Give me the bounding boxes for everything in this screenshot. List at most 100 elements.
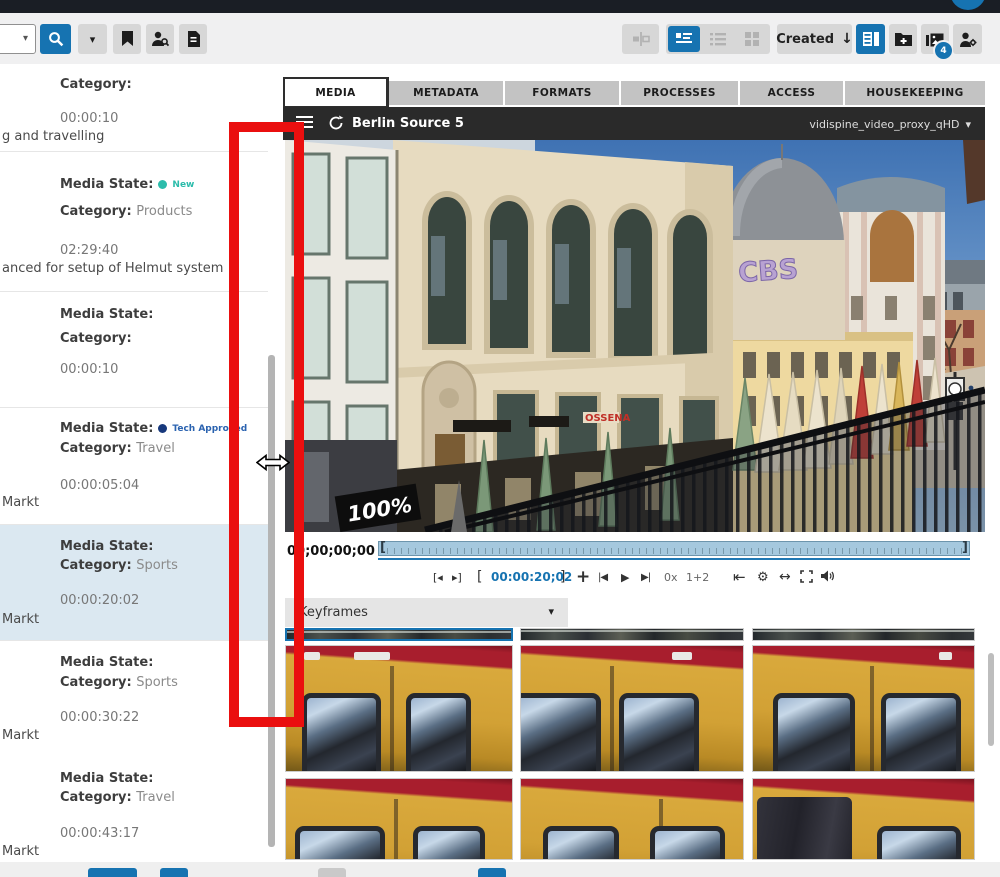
graffiti-text: CBS xyxy=(737,254,799,289)
item-title: Markt xyxy=(2,844,39,859)
tab-access[interactable]: ACCESS xyxy=(740,81,843,105)
media-bin-count-badge: 4 xyxy=(933,40,954,61)
item-title: Markt xyxy=(2,728,39,743)
fit-width-icon[interactable]: ↔ xyxy=(779,567,791,587)
chevron-down-icon: ▾ xyxy=(90,33,96,46)
media-state-label: Media State: xyxy=(60,307,153,322)
list-item[interactable]: Category: 00:00:10 g and travelling xyxy=(0,64,268,152)
keyframe-thumbnail[interactable] xyxy=(285,645,513,772)
tab-housekeeping[interactable]: HOUSEKEEPING xyxy=(845,81,985,105)
item-title: Markt xyxy=(2,612,39,627)
main-toolbar: ▾ ▾ xyxy=(0,13,1000,64)
detail-list-view-button[interactable] xyxy=(668,26,700,52)
keyframe-thumbnail[interactable] xyxy=(752,645,975,772)
keyframe-thumbnail-selected[interactable] xyxy=(285,628,513,641)
train-still xyxy=(753,646,974,772)
previous-frame-button[interactable]: |◀ xyxy=(598,567,607,587)
category-label: Category: xyxy=(60,331,132,346)
tab-media[interactable]: MEDIA xyxy=(285,79,386,106)
format-selector[interactable]: vidispine_video_proxy_qHD ▾ xyxy=(809,118,971,131)
refresh-icon[interactable] xyxy=(328,115,344,131)
keyframes-dropdown[interactable]: Keyframes ▾ xyxy=(285,598,568,627)
list-item[interactable]: Media State: Category: Travel 00:00:43:1… xyxy=(0,757,268,862)
list-item[interactable]: Media State: New Category: Products 02:2… xyxy=(0,152,268,292)
pagination-button[interactable] xyxy=(88,868,137,877)
tab-formats[interactable]: FORMATS xyxy=(505,81,619,105)
timeline-progress-track xyxy=(378,558,970,560)
duration: 00:00:20:02 xyxy=(60,593,139,608)
goto-in-button[interactable]: [◂ xyxy=(433,567,443,587)
folder-plus-icon xyxy=(895,32,912,46)
user-avatar[interactable] xyxy=(950,0,986,10)
compare-button[interactable] xyxy=(622,24,659,54)
media-state-label: Media State: xyxy=(60,539,153,554)
keyframe-thumbnail[interactable] xyxy=(520,778,744,860)
toggle-side-panel-button[interactable] xyxy=(856,24,885,54)
chevron-down-icon[interactable]: ▾ xyxy=(23,33,28,44)
user-search-button[interactable] xyxy=(146,24,174,54)
category-row: Category: Travel xyxy=(60,441,175,456)
play-button[interactable]: ▶ xyxy=(621,567,629,587)
item-title: anced for setup of Helmut system xyxy=(2,261,223,276)
pagination-button[interactable] xyxy=(478,868,506,877)
audio-channels[interactable]: 1+2 xyxy=(686,567,709,587)
list-item[interactable]: Media State: Category: Sports 00:00:30:2… xyxy=(0,641,268,758)
fullscreen-icon[interactable] xyxy=(800,570,813,583)
new-collection-button[interactable] xyxy=(889,24,917,54)
list-scrollbar[interactable] xyxy=(268,355,275,847)
tab-processes[interactable]: PROCESSES xyxy=(621,81,738,105)
tab-metadata[interactable]: METADATA xyxy=(389,81,503,105)
saved-searches-button[interactable] xyxy=(113,24,141,54)
playback-speed[interactable]: 0x xyxy=(664,567,678,587)
jump-to-start-icon[interactable]: ⇤ xyxy=(733,567,746,587)
keyframe-thumbnail[interactable] xyxy=(285,778,513,860)
document-button[interactable] xyxy=(179,24,207,54)
category-row: Category: Sports xyxy=(60,675,178,690)
media-state-label: Media State: xyxy=(60,655,153,670)
video-frame[interactable]: CBS xyxy=(285,140,985,532)
volume-icon[interactable] xyxy=(820,569,835,583)
list-item[interactable]: Media State: Tech Approved Category: Tra… xyxy=(0,408,268,525)
category-row: Category: Travel xyxy=(60,790,175,805)
sort-created-button[interactable]: Created ↓ xyxy=(777,24,852,54)
keyframe-thumbnail[interactable] xyxy=(752,628,975,641)
settings-gear-icon[interactable]: ⚙ xyxy=(757,567,769,587)
train-still xyxy=(521,779,743,860)
list-item-selected[interactable]: Media State: Category: Sports 00:00:20:0… xyxy=(0,525,268,641)
search-options-button[interactable]: ▾ xyxy=(78,24,107,54)
list-item[interactable]: Media State: Category: 00:00:10 xyxy=(0,292,268,408)
goto-out-button[interactable]: ▸] xyxy=(452,567,462,587)
mark-out-button[interactable]: ] xyxy=(560,567,565,587)
category-row: Category: Sports xyxy=(60,558,178,573)
player-header: Berlin Source 5 vidispine_video_proxy_qH… xyxy=(283,107,985,140)
video-still-berlin-street: CBS xyxy=(285,140,985,532)
category-label: Category: xyxy=(60,77,132,92)
media-state-label: Media State: xyxy=(60,771,153,786)
pagination-button[interactable] xyxy=(318,868,346,877)
train-still xyxy=(286,646,512,772)
item-title: g and travelling xyxy=(2,129,104,144)
user-gear-icon xyxy=(959,32,977,47)
menu-icon[interactable] xyxy=(296,116,313,131)
search-button[interactable] xyxy=(40,24,71,54)
user-search-icon xyxy=(151,31,169,47)
next-frame-button[interactable]: ▶| xyxy=(641,567,650,587)
keyframe-thumbnail[interactable] xyxy=(520,628,744,641)
asset-title: Berlin Source 5 xyxy=(352,116,464,131)
chevron-down-icon: ▾ xyxy=(548,605,554,618)
search-input[interactable]: ▾ xyxy=(0,24,36,54)
keyframe-thumbnail[interactable] xyxy=(752,778,975,860)
list-view-button[interactable] xyxy=(702,26,734,52)
keyframes-scrollbar[interactable] xyxy=(988,653,994,746)
item-title: Markt xyxy=(2,495,39,510)
keyframes-dropdown-label: Keyframes xyxy=(299,605,368,620)
keyframe-thumbnail[interactable] xyxy=(520,645,744,772)
timeline-scrubber[interactable]: [ ] xyxy=(378,541,970,556)
user-settings-button[interactable] xyxy=(953,24,982,54)
mark-in-button[interactable]: [ xyxy=(477,567,482,587)
grid-view-button[interactable] xyxy=(736,26,768,52)
pagination-button[interactable] xyxy=(160,868,188,877)
add-marker-button[interactable]: + xyxy=(576,567,590,587)
list-icon xyxy=(710,32,726,46)
detail-list-icon xyxy=(676,32,692,46)
